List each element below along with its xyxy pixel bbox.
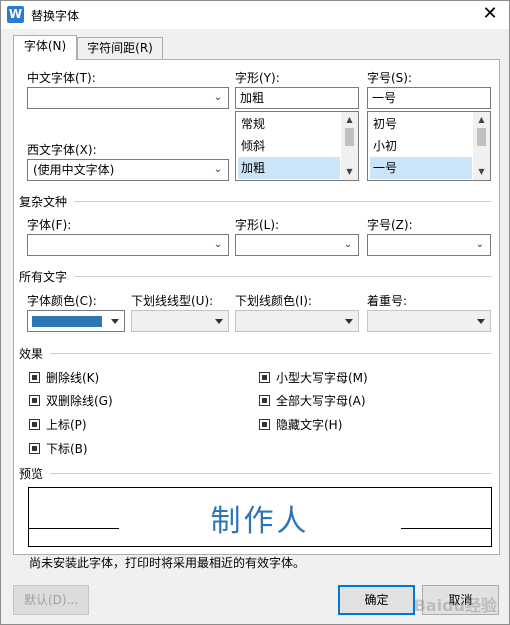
complex-style-label: 字形(L):: [235, 218, 280, 232]
superscript-checkbox[interactable]: 上标(P): [29, 417, 87, 433]
list-item[interactable]: 常规: [238, 113, 340, 135]
all-caps-checkbox[interactable]: 全部大写字母(A): [259, 393, 366, 409]
watermark: Baidu经验: [413, 596, 497, 615]
complex-style-combo[interactable]: ⌄: [235, 234, 359, 256]
close-icon[interactable]: ✕: [477, 3, 503, 25]
hidden-text-checkbox[interactable]: 隐藏文字(H): [259, 417, 342, 433]
emphasis-mark-label: 着重号:: [367, 294, 408, 308]
chinese-font-label: 中文字体(T):: [27, 71, 96, 85]
complex-size-label: 字号(Z):: [367, 218, 413, 232]
font-color-picker[interactable]: [27, 310, 125, 332]
checkbox-indeterminate-icon: [29, 395, 40, 406]
subscript-checkbox[interactable]: 下标(B): [29, 441, 88, 457]
color-swatch: [32, 316, 102, 327]
scrollbar[interactable]: ▲ ▼: [341, 112, 358, 180]
chevron-down-icon: ⌄: [343, 239, 353, 250]
preview-group-title: 预览: [19, 467, 44, 481]
font-style-input[interactable]: 加粗: [235, 87, 359, 109]
checkbox-label: 隐藏文字(H): [276, 418, 343, 432]
caret-down-icon: [477, 319, 485, 324]
dialog-title: 替换字体: [31, 9, 80, 23]
checkbox-indeterminate-icon: [259, 419, 270, 430]
checkbox-label: 全部大写字母(A): [276, 394, 366, 408]
complex-size-combo[interactable]: ⌄: [367, 234, 491, 256]
scroll-down-icon[interactable]: ▼: [473, 165, 490, 179]
preview-note: 尚未安装此字体，打印时将采用最相近的有效字体。: [29, 556, 306, 570]
divider: [50, 353, 492, 354]
font-dialog: W 替换字体 ✕ 字体(N) 字符间距(R) 中文字体(T): ⌄ 字形(Y):…: [0, 0, 510, 625]
underline-color-combo[interactable]: [235, 310, 359, 332]
checkbox-label: 删除线(K): [46, 371, 100, 385]
all-text-group-title: 所有文字: [19, 270, 68, 284]
divider: [74, 276, 492, 277]
double-strikethrough-checkbox[interactable]: 双删除线(G): [29, 393, 113, 409]
scroll-down-icon[interactable]: ▼: [341, 165, 358, 179]
chevron-down-icon: ⌄: [213, 239, 223, 250]
scroll-up-icon[interactable]: ▲: [341, 113, 358, 127]
checkbox-indeterminate-icon: [29, 372, 40, 383]
wps-writer-icon: W: [7, 6, 24, 23]
checkbox-indeterminate-icon: [259, 395, 270, 406]
tab-font[interactable]: 字体(N): [13, 35, 77, 60]
caret-down-icon: [345, 319, 353, 324]
checkbox-indeterminate-icon: [259, 372, 270, 383]
complex-script-group-title: 复杂文种: [19, 195, 68, 209]
caret-down-icon: [215, 319, 223, 324]
font-style-list[interactable]: 常规 倾斜 加粗 ▲ ▼: [235, 111, 359, 181]
complex-font-label: 字体(F):: [27, 218, 72, 232]
preview-sample-text: 制作人: [210, 504, 310, 539]
effects-group-title: 效果: [19, 347, 44, 361]
checkbox-label: 上标(P): [46, 418, 87, 432]
chinese-font-combo[interactable]: ⌄: [27, 87, 229, 109]
list-item[interactable]: 小初: [370, 135, 472, 157]
font-style-label: 字形(Y):: [235, 71, 280, 85]
scroll-thumb[interactable]: [345, 128, 354, 146]
strikethrough-checkbox[interactable]: 删除线(K): [29, 370, 99, 386]
scroll-up-icon[interactable]: ▲: [473, 113, 490, 127]
preview-area: 制作人: [28, 487, 492, 547]
default-button[interactable]: 默认(D)...: [13, 585, 89, 615]
complex-font-combo[interactable]: ⌄: [27, 234, 229, 256]
checkbox-label: 双删除线(G): [46, 394, 113, 408]
western-font-combo[interactable]: (使用中文字体) ⌄: [27, 159, 229, 181]
title-bar: W 替换字体 ✕: [1, 1, 509, 29]
checkbox-label: 下标(B): [46, 442, 88, 456]
list-item[interactable]: 加粗: [238, 157, 340, 179]
divider: [50, 473, 492, 474]
chevron-down-icon: ⌄: [213, 92, 223, 103]
scroll-thumb[interactable]: [477, 128, 486, 146]
checkbox-indeterminate-icon: [29, 443, 40, 454]
font-size-list[interactable]: 初号 小初 一号 ▲ ▼: [367, 111, 491, 181]
font-tab-panel: 中文字体(T): ⌄ 字形(Y): 加粗 常规 倾斜 加粗 ▲ ▼ 字号(S):…: [13, 59, 500, 570]
scrollbar[interactable]: ▲ ▼: [473, 112, 490, 180]
ok-button[interactable]: 确定: [338, 585, 415, 615]
chevron-down-icon: ⌄: [475, 239, 485, 250]
list-item[interactable]: 初号: [370, 113, 472, 135]
list-item[interactable]: 倾斜: [238, 135, 340, 157]
tab-character-spacing[interactable]: 字符间距(R): [77, 37, 163, 59]
underline-color-label: 下划线颜色(I):: [235, 294, 312, 308]
checkbox-indeterminate-icon: [29, 419, 40, 430]
font-size-input[interactable]: 一号: [367, 87, 491, 109]
emphasis-mark-combo[interactable]: [367, 310, 491, 332]
chevron-down-icon: ⌄: [213, 164, 223, 175]
underline-type-combo[interactable]: [131, 310, 229, 332]
western-font-label: 西文字体(X):: [27, 143, 97, 157]
checkbox-label: 小型大写字母(M): [276, 371, 368, 385]
underline-type-label: 下划线线型(U):: [131, 294, 214, 308]
small-caps-checkbox[interactable]: 小型大写字母(M): [259, 370, 368, 386]
font-size-label: 字号(S):: [367, 71, 413, 85]
font-color-label: 字体颜色(C):: [27, 294, 97, 308]
list-item[interactable]: 一号: [370, 157, 472, 179]
caret-down-icon: [111, 319, 119, 324]
western-font-value: (使用中文字体): [33, 163, 115, 177]
divider: [74, 201, 492, 202]
